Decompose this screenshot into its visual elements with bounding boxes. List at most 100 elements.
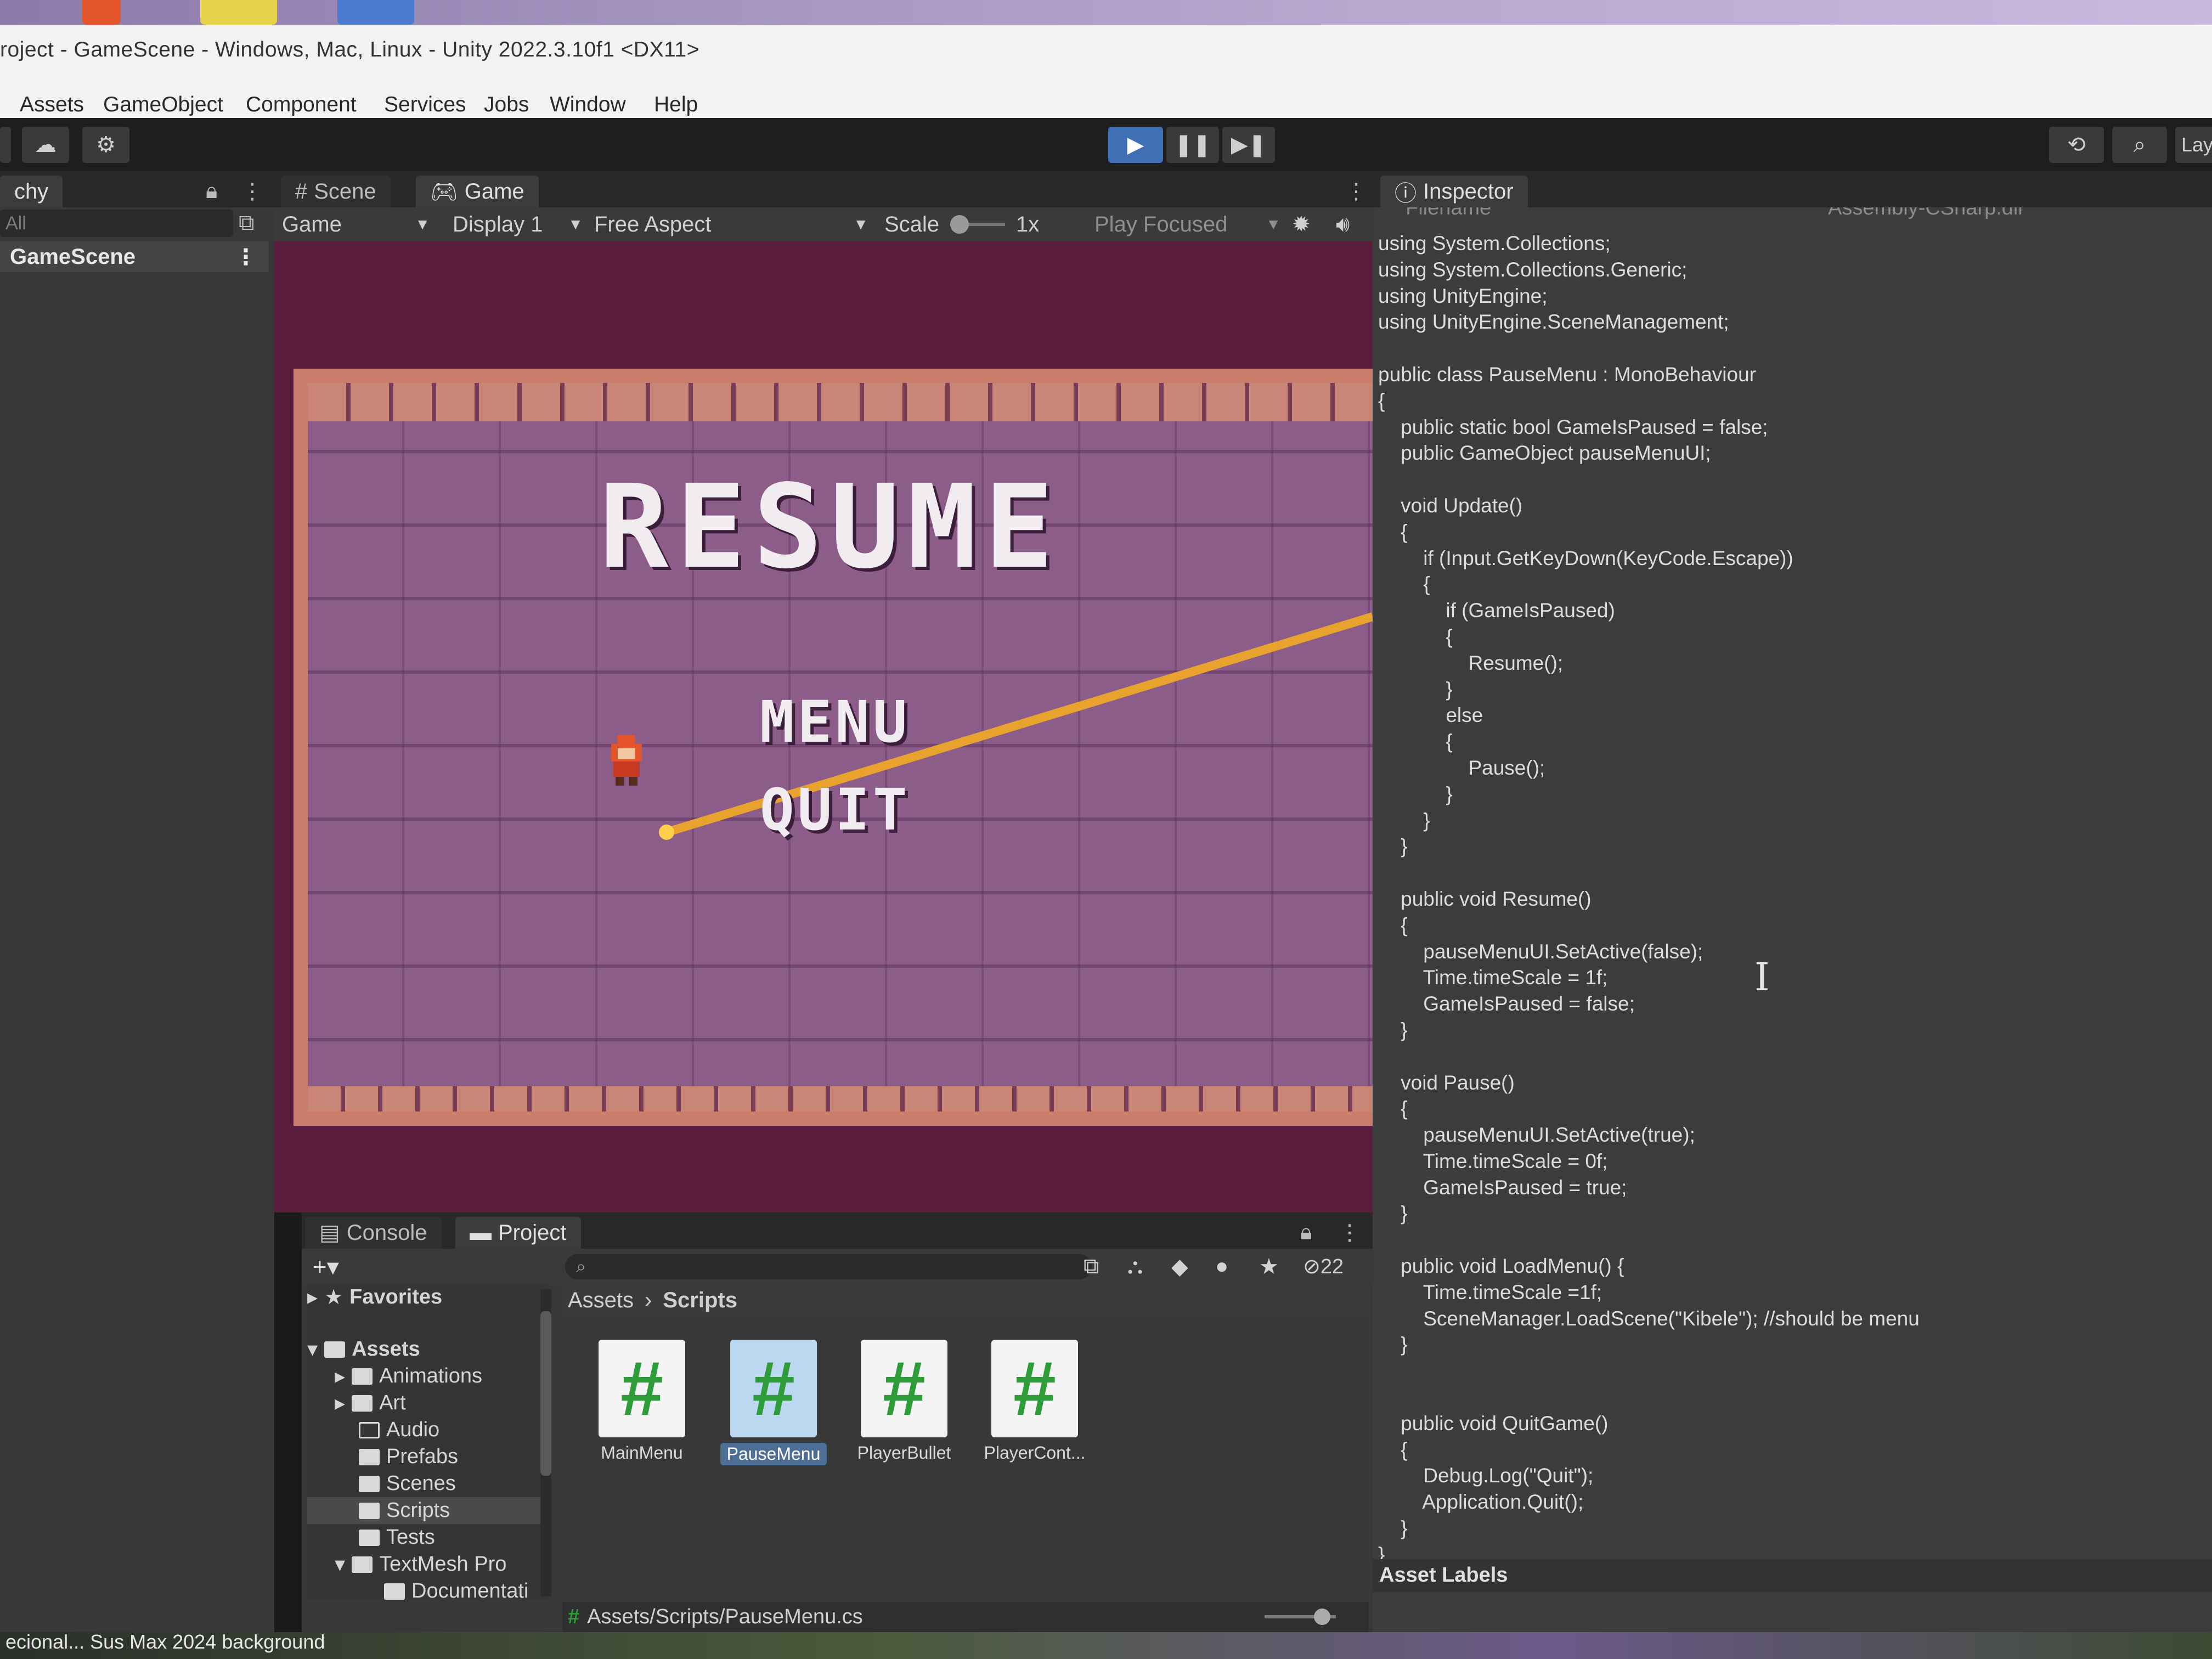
header-assembly: Assembly-CSharp.dll [1828, 207, 2023, 219]
account-button[interactable] [0, 127, 11, 163]
notes-icon[interactable] [200, 0, 277, 25]
lock-icon[interactable]: 🔒︎ [206, 179, 217, 204]
folder-icon: ▬ [470, 1220, 492, 1245]
breadcrumb: Assets › Scripts [562, 1284, 1369, 1317]
grid-icon: # [295, 179, 308, 204]
cloud-icon[interactable]: ☁ [22, 127, 69, 163]
hidden-packages-toggle[interactable]: ⊘22 [1303, 1254, 1344, 1279]
tree-folder-scenes[interactable]: Scenes [307, 1470, 549, 1497]
scale-slider[interactable] [950, 211, 1005, 238]
project-search-input[interactable]: ⌕ [565, 1254, 1092, 1279]
tree-favorites[interactable]: ▸ ★ Favorites [307, 1284, 549, 1311]
folder-label: Prefabs [386, 1445, 458, 1468]
menu-gameobject[interactable]: GameObject [103, 93, 223, 117]
tree-folder-art[interactable]: ▸ Art [307, 1390, 549, 1417]
game-tabbar: # Scene 🎮︎ Game ⋮ [274, 171, 1373, 207]
asset-labels-section[interactable]: Asset Labels [1373, 1559, 2212, 1592]
chevron-right-icon: › [645, 1288, 652, 1312]
tree-scrollbar[interactable] [540, 1289, 551, 1596]
tree-assets[interactable]: ▾ Assets [307, 1336, 549, 1363]
audio-icon[interactable]: 🔊︎ [1336, 211, 1350, 238]
tree-folder-prefabs[interactable]: Prefabs [307, 1443, 549, 1470]
asset-mainmenu[interactable]: # MainMenu [582, 1340, 702, 1463]
eye-slash-icon: ⊘ [1303, 1255, 1321, 1278]
tab-project-label: Project [498, 1220, 567, 1245]
display-dropdown[interactable]: Display 1 ▼ [453, 211, 583, 238]
tab-console[interactable]: ▤ Console [305, 1217, 442, 1249]
menu-component[interactable]: Component [246, 93, 357, 117]
resume-menu-item[interactable]: RESUME [599, 460, 1062, 594]
csharp-script-icon: # [991, 1340, 1078, 1437]
menu-jobs[interactable]: Jobs [484, 93, 529, 117]
tab-game[interactable]: 🎮︎ Game [416, 176, 539, 207]
filter-label-icon[interactable]: ◆ [1171, 1254, 1188, 1279]
aspect-label: Free Aspect [594, 212, 712, 236]
tab-scene-label: Scene [314, 179, 376, 204]
kebab-menu-icon[interactable]: ⋮ [1345, 179, 1367, 204]
play-focused-dropdown[interactable]: Play Focused ▼ [1094, 211, 1281, 238]
folder-label: Tests [386, 1526, 435, 1549]
tab-project[interactable]: ▬ Project [455, 1217, 581, 1249]
add-button[interactable]: +▾ [313, 1253, 339, 1281]
asset-playerbullet[interactable]: # PlayerBullet [844, 1340, 964, 1463]
hierarchy-scene-row[interactable]: GameScene ⋮ [0, 241, 269, 272]
folder-label: Scenes [386, 1472, 456, 1495]
breadcrumb-scripts[interactable]: Scripts [663, 1288, 737, 1313]
kebab-menu-icon[interactable]: ⋮ [1339, 1220, 1361, 1245]
bug-icon[interactable]: ✹ [1292, 211, 1311, 238]
asset-pausemenu[interactable]: # PauseMenu [713, 1340, 834, 1465]
main-toolbar: ☁ ⚙ ▶ ❚❚ ▶❚ ⟲ ⌕ Lay [0, 118, 2212, 171]
search-icon[interactable]: ⌕ [2112, 127, 2167, 163]
header-filename: Filename [1406, 207, 1492, 219]
browser-icon[interactable] [82, 0, 121, 25]
menu-help[interactable]: Help [654, 93, 698, 117]
inspector-panel: ⓘ Inspector Filename Assembly-CSharp.dll … [1373, 171, 2212, 1632]
menu-assets[interactable]: Assets [20, 93, 84, 117]
tree-folder-animations[interactable]: ▸ Animations [307, 1363, 549, 1390]
filter-log-icon[interactable]: ● [1215, 1254, 1228, 1279]
tab-scene[interactable]: # Scene [281, 176, 391, 207]
filter-type-icon[interactable]: ⛬ [1127, 1254, 1143, 1279]
tree-folder-scripts[interactable]: Scripts [307, 1497, 549, 1524]
game-canvas[interactable]: RESUME MENU QUIT [274, 241, 1373, 1212]
view-mode-dropdown[interactable]: Game ▼ [282, 211, 430, 238]
menu-window[interactable]: Window [550, 93, 626, 117]
tab-console-label: Console [346, 1220, 427, 1245]
menu-menu-item[interactable]: MENU [760, 689, 910, 755]
quit-menu-item[interactable]: QUIT [760, 776, 910, 843]
history-icon[interactable]: ⟲ [2049, 127, 2104, 163]
layout-dropdown[interactable]: Lay [2175, 127, 2212, 163]
search-mode-icon[interactable]: ⧉ [239, 211, 255, 235]
scene-menu-icon[interactable]: ⋮ [235, 245, 257, 270]
settings-icon[interactable]: ⚙ [82, 127, 129, 163]
tab-hierarchy[interactable]: chy [0, 176, 63, 207]
tree-folder-audio[interactable]: Audio [307, 1417, 549, 1443]
kebab-menu-icon[interactable]: ⋮ [241, 179, 263, 204]
assets-label: Assets [352, 1338, 420, 1361]
hierarchy-search-input[interactable]: All [0, 210, 233, 237]
tab-inspector[interactable]: ⓘ Inspector [1380, 176, 1528, 207]
inspector-tabbar: ⓘ Inspector [1373, 171, 2212, 207]
folder-icon [359, 1448, 380, 1465]
pause-button[interactable]: ❚❚ [1166, 127, 1219, 163]
app-icon[interactable] [337, 0, 414, 25]
play-button[interactable]: ▶ [1108, 127, 1163, 163]
menu-services[interactable]: Services [384, 93, 466, 117]
tree-folder-textmeshpro[interactable]: ▾ TextMesh Pro [307, 1551, 549, 1578]
project-folder-tree: ▸ ★ Favorites ▾ Assets ▸ Animations ▸ Art Aud… [307, 1284, 549, 1602]
step-button[interactable]: ▶❚ [1222, 127, 1275, 163]
hierarchy-tabbar: chy 🔒︎ ⋮ [0, 171, 274, 207]
tree-folder-documentation[interactable]: Documentati [307, 1578, 549, 1605]
search-icon: ⌕ [576, 1256, 586, 1276]
icon-size-slider[interactable] [1265, 1609, 1336, 1625]
search-placeholder: All [5, 213, 26, 234]
asset-playercontroller[interactable]: # PlayerCont... [974, 1340, 1095, 1463]
search-mode-icon[interactable]: ⧉ [1084, 1254, 1099, 1279]
breadcrumb-assets[interactable]: Assets [568, 1288, 634, 1313]
tree-folder-tests[interactable]: Tests [307, 1524, 549, 1551]
csharp-script-icon: # [568, 1605, 580, 1628]
csharp-script-icon: # [599, 1340, 685, 1437]
lock-icon[interactable]: 🔒︎ [1300, 1220, 1312, 1245]
aspect-dropdown[interactable]: Free Aspect ▼ [594, 211, 868, 238]
favorite-star-icon[interactable]: ★ [1259, 1254, 1279, 1279]
